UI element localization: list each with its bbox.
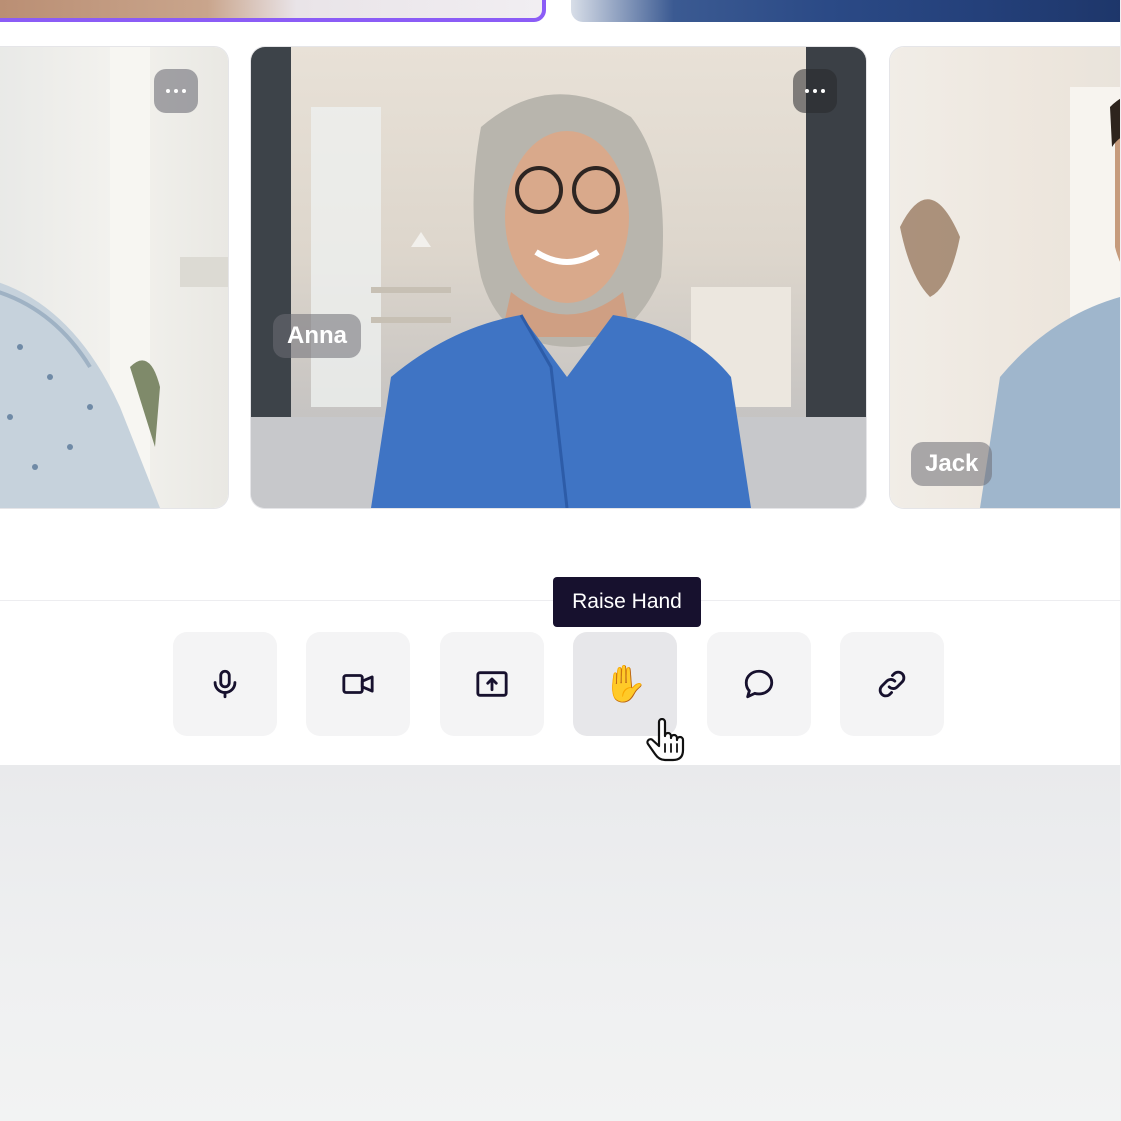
raised-hand-icon: ✋	[602, 663, 648, 704]
participant-tile-top-left[interactable]	[0, 0, 546, 22]
bottom-panel	[0, 765, 1121, 1121]
participant-tile-jack[interactable]	[890, 47, 1121, 508]
participant-video-left	[0, 47, 228, 508]
participant-video-anna	[251, 47, 866, 508]
participant-name-tag-jack: Jack	[911, 442, 993, 486]
more-horizontal-icon	[166, 89, 170, 93]
pointer-hand-cursor-icon	[646, 718, 685, 762]
participant-tile-top-right[interactable]	[571, 0, 1121, 22]
participant-tile-left[interactable]	[0, 47, 228, 508]
microphone-button[interactable]	[173, 632, 277, 736]
screen-share-button[interactable]	[440, 632, 544, 736]
more-options-button-left[interactable]	[154, 69, 198, 113]
raise-hand-tooltip: Raise Hand	[553, 577, 701, 627]
more-horizontal-icon	[805, 89, 809, 93]
participant-tile-anna[interactable]	[251, 47, 866, 508]
participant-video-jack	[900, 87, 1121, 508]
link-icon	[878, 670, 906, 698]
more-options-button-anna[interactable]	[793, 69, 837, 113]
camera-button[interactable]	[306, 632, 410, 736]
chat-bubble-icon	[744, 669, 774, 699]
screen-share-icon	[476, 671, 508, 697]
copy-link-button[interactable]	[840, 632, 944, 736]
chat-button[interactable]	[707, 632, 811, 736]
microphone-icon	[213, 669, 237, 699]
video-camera-icon	[342, 674, 374, 694]
participant-name-tag-anna: Anna	[273, 314, 361, 358]
